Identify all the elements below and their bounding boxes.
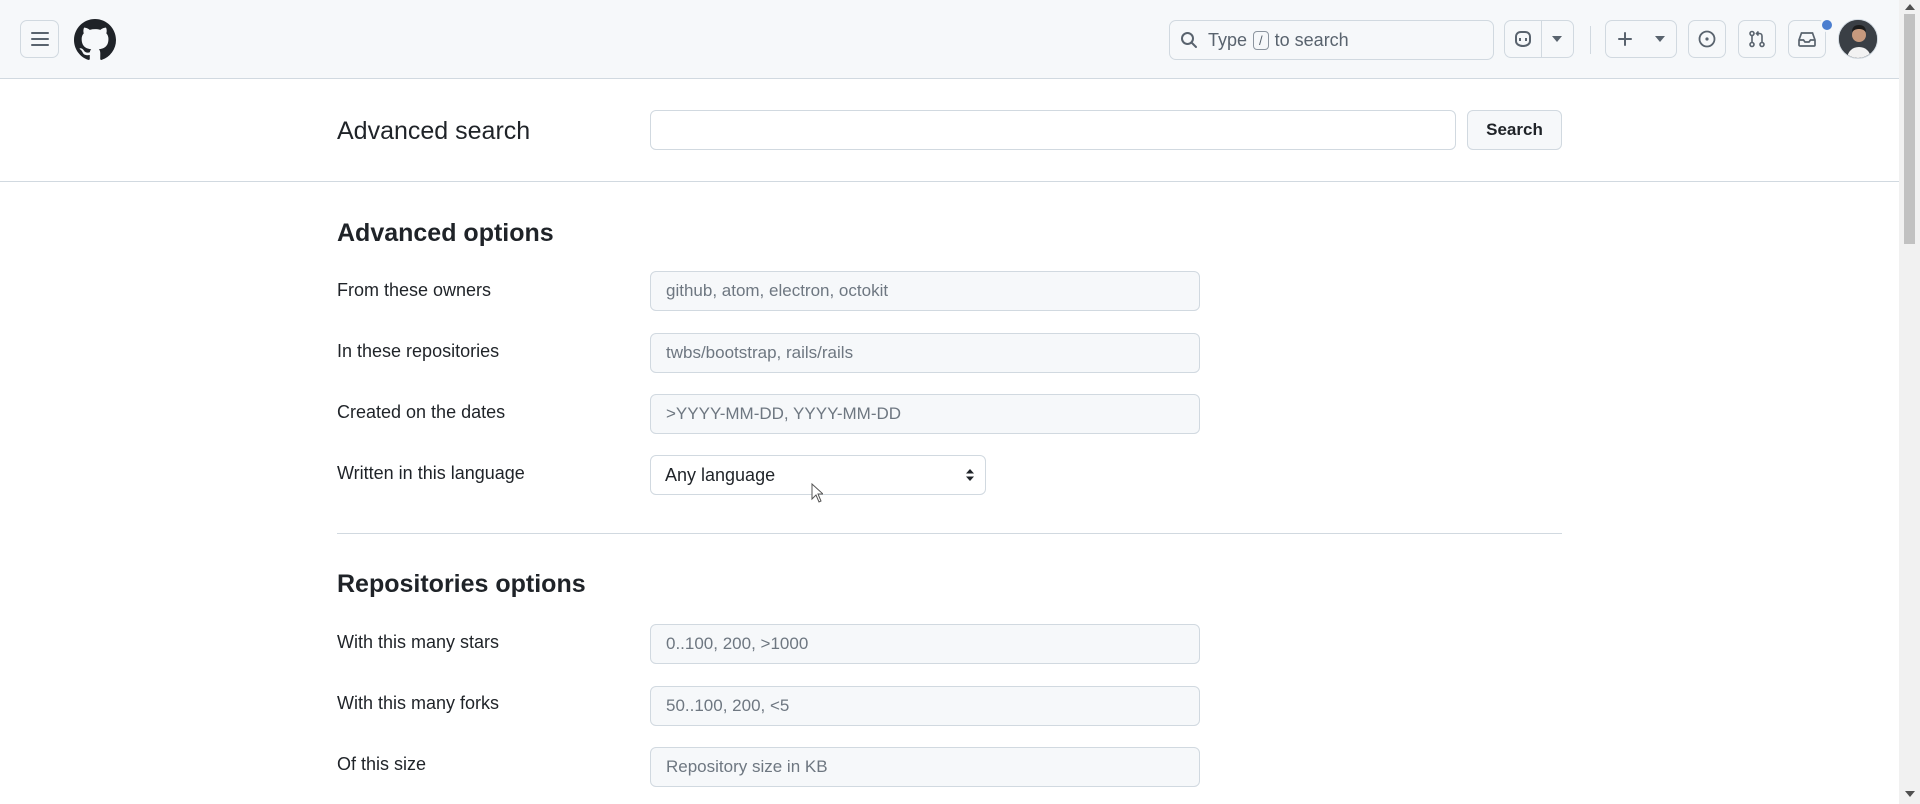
advanced-search-input[interactable] <box>650 110 1456 150</box>
global-header: Type / to search <box>0 0 1899 79</box>
divider <box>0 181 1899 182</box>
github-logo-icon[interactable] <box>74 19 116 61</box>
avatar-image <box>1839 20 1877 58</box>
global-search-input[interactable]: Type / to search <box>1169 20 1494 60</box>
repositories-options-heading: Repositories options <box>337 570 586 598</box>
inbox-icon <box>1798 32 1816 47</box>
owners-label: From these owners <box>337 280 492 300</box>
stars-label: With this many stars <box>337 632 500 652</box>
header-divider <box>1590 26 1591 54</box>
stars-input[interactable] <box>650 624 1200 664</box>
repositories-label: In these repositories <box>337 341 500 361</box>
section-divider <box>337 533 1562 534</box>
page-title: Advanced search <box>337 117 531 145</box>
forks-label: With this many forks <box>337 693 500 713</box>
search-suffix: to search <box>1274 29 1349 50</box>
mouse-cursor-icon <box>811 483 823 503</box>
scroll-up-icon[interactable] <box>1905 3 1915 11</box>
chevron-down-icon <box>1655 36 1665 42</box>
chevron-down-icon <box>1552 36 1563 42</box>
search-shortcut-key: / <box>1253 30 1269 50</box>
issues-icon <box>1698 30 1716 48</box>
scrollbar-thumb[interactable] <box>1904 14 1915 244</box>
pull-requests-button[interactable] <box>1738 20 1776 58</box>
issues-button[interactable] <box>1688 20 1726 58</box>
dates-label: Created on the dates <box>337 402 506 422</box>
select-arrows-icon <box>966 469 974 481</box>
language-label: Written in this language <box>337 463 525 483</box>
language-select-value: Any language <box>665 464 776 485</box>
forks-input[interactable] <box>650 686 1200 726</box>
advanced-options-heading: Advanced options <box>337 219 554 247</box>
copilot-button-group <box>1504 20 1574 58</box>
search-button[interactable]: Search <box>1467 110 1562 150</box>
menu-button[interactable] <box>20 20 59 58</box>
copilot-icon <box>1514 31 1531 48</box>
hamburger-icon <box>30 32 49 46</box>
search-prefix: Type <box>1208 29 1248 50</box>
scroll-down-icon[interactable] <box>1905 790 1915 798</box>
copilot-button[interactable] <box>1505 21 1541 57</box>
avatar[interactable] <box>1838 19 1878 59</box>
plus-icon <box>1618 32 1632 46</box>
pull-request-icon <box>1749 30 1765 48</box>
repositories-input[interactable] <box>650 333 1200 373</box>
copilot-menu-button[interactable] <box>1540 21 1573 57</box>
size-label: Of this size <box>337 754 427 774</box>
create-new-button[interactable] <box>1605 20 1677 58</box>
owners-input[interactable] <box>650 271 1200 311</box>
dates-input[interactable] <box>650 394 1200 434</box>
size-input[interactable] <box>650 747 1200 787</box>
notification-indicator <box>1820 18 1834 32</box>
search-icon <box>1181 32 1197 48</box>
